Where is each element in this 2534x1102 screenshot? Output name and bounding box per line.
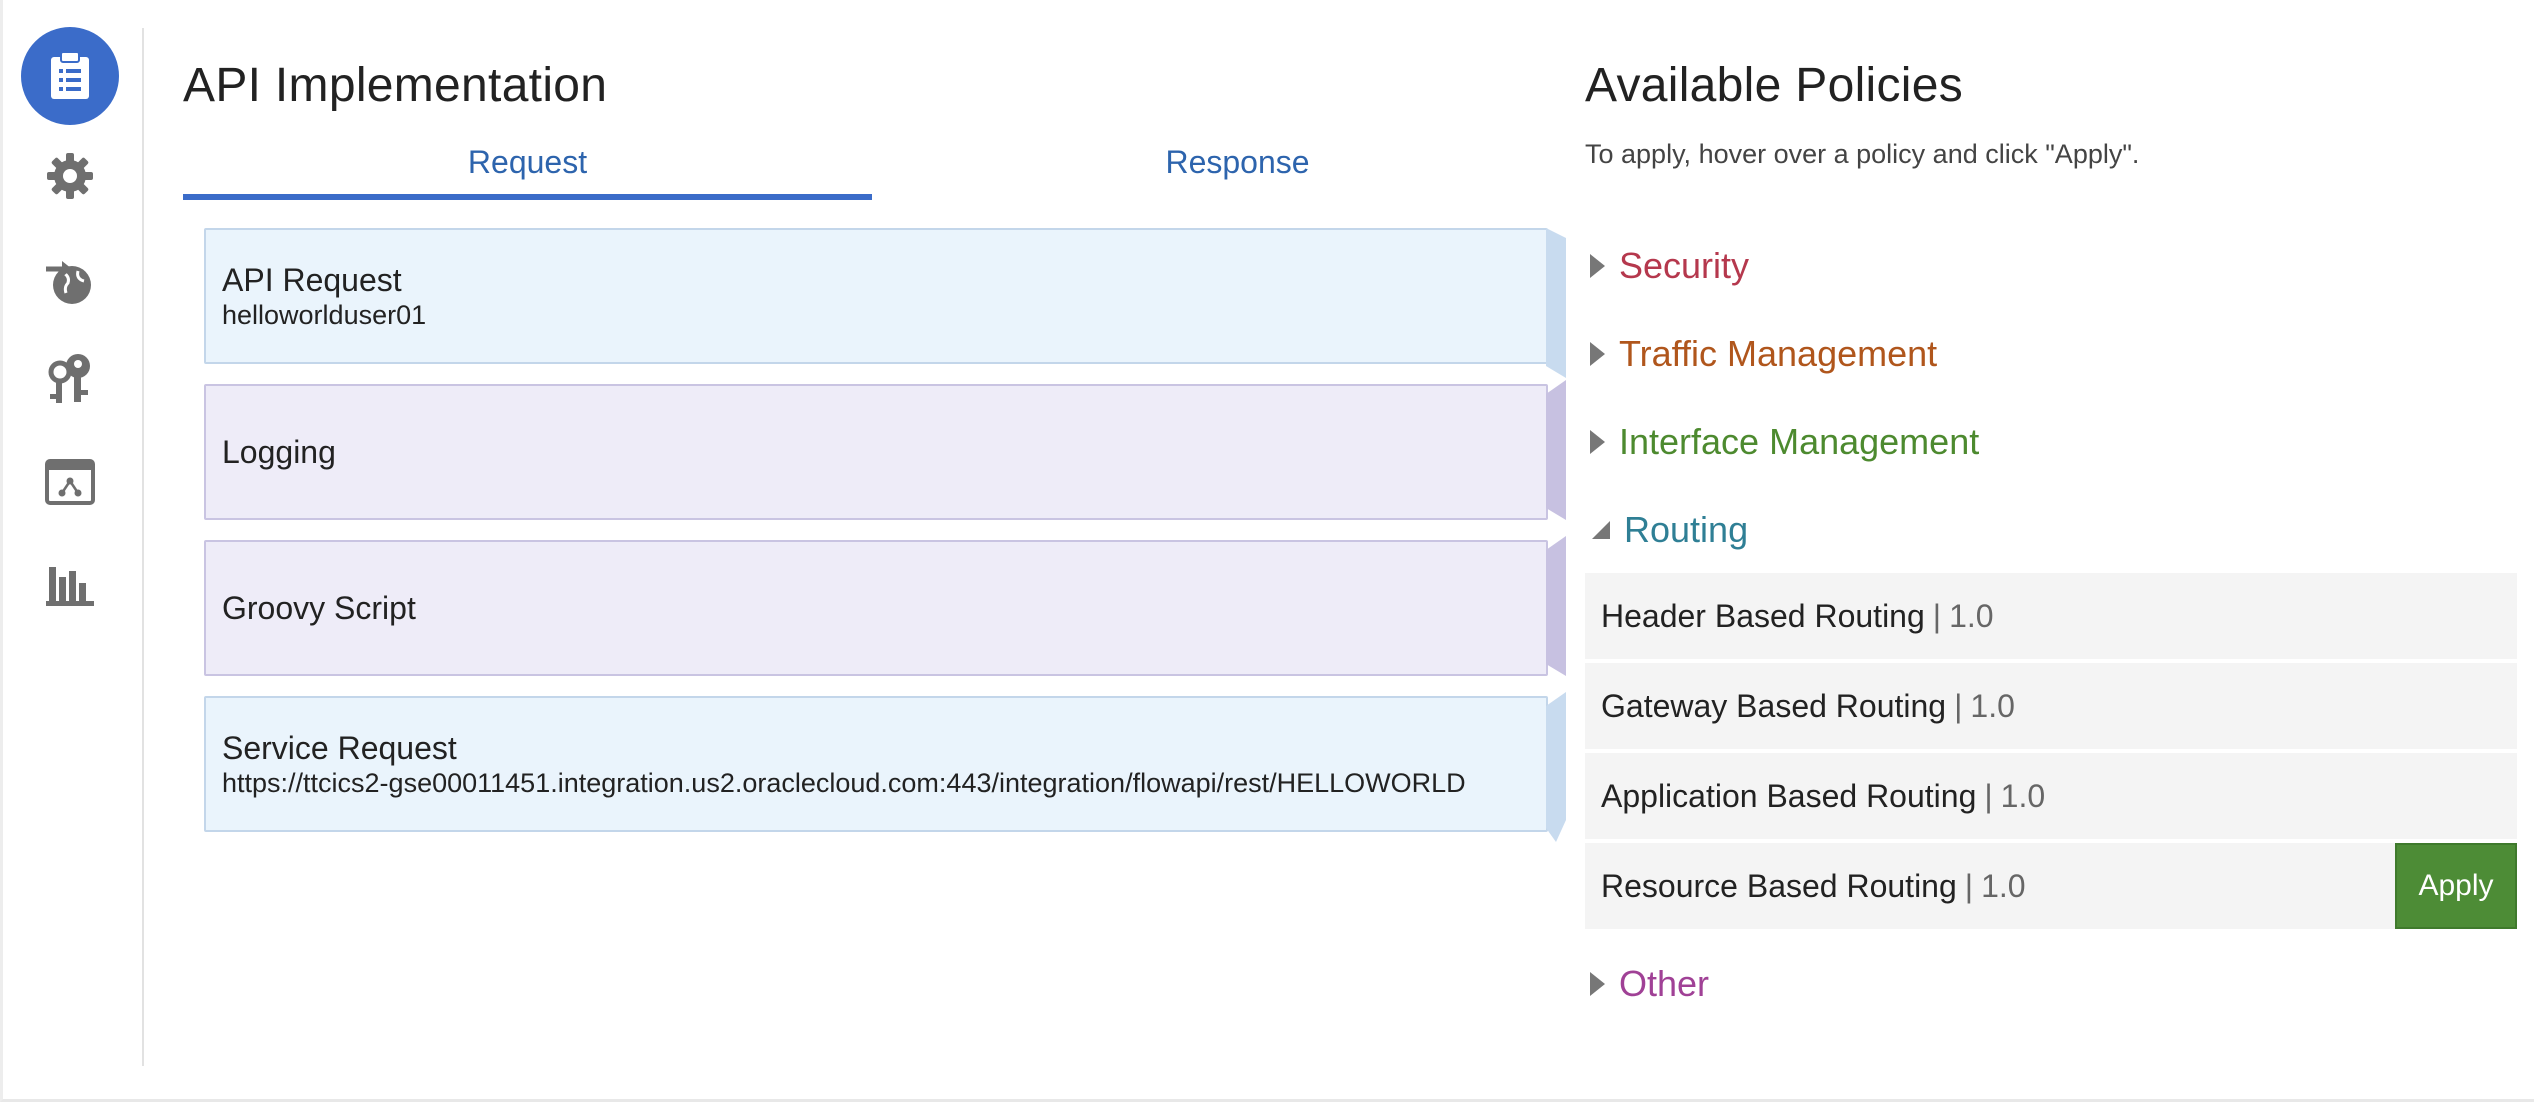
card-subtitle: https://ttcics2-gse00011451.integration.… bbox=[222, 768, 1466, 798]
logging-card[interactable]: Logging bbox=[204, 384, 1548, 520]
card-title: API Request bbox=[222, 262, 402, 298]
expand-arrow-icon bbox=[1590, 342, 1605, 366]
apply-button[interactable]: Apply bbox=[2395, 843, 2517, 929]
clipboard-list-icon bbox=[51, 51, 89, 99]
policy-name: Header Based Routing bbox=[1601, 597, 1925, 634]
category-security[interactable]: Security bbox=[1590, 238, 1749, 294]
rail-divider bbox=[142, 28, 144, 1066]
category-other[interactable]: Other bbox=[1590, 956, 1709, 1012]
api-request-card[interactable]: API Request helloworlduser01 bbox=[204, 228, 1548, 364]
policy-name: Application Based Routing bbox=[1601, 777, 1977, 814]
policy-name: Resource Based Routing bbox=[1601, 867, 1957, 904]
tab-response[interactable]: Response bbox=[886, 134, 1589, 200]
nav-grants-button[interactable] bbox=[21, 330, 119, 428]
policy-version: 1.0 bbox=[2000, 777, 2046, 814]
bar-chart-icon bbox=[46, 567, 94, 606]
expand-arrow-icon bbox=[1590, 254, 1605, 278]
globe-arrow-icon bbox=[46, 261, 91, 304]
policy-name: Gateway Based Routing bbox=[1601, 687, 1947, 724]
nav-deployments-button[interactable] bbox=[21, 232, 119, 330]
policy-application-based-routing[interactable]: Application Based Routing | 1.0 bbox=[1585, 753, 2517, 839]
category-routing[interactable]: Routing bbox=[1590, 502, 1748, 558]
flow-connector bbox=[1546, 536, 1566, 676]
expand-arrow-icon bbox=[1590, 430, 1605, 454]
card-title: Service Request bbox=[222, 730, 457, 766]
service-request-card[interactable]: Service Request https://ttcics2-gse00011… bbox=[204, 696, 1548, 832]
policy-gateway-based-routing[interactable]: Gateway Based Routing | 1.0 bbox=[1585, 663, 2517, 749]
nav-registration-button[interactable] bbox=[21, 433, 119, 531]
request-response-tabs: Request Response bbox=[183, 134, 1589, 200]
category-label: Other bbox=[1619, 963, 1710, 1004]
card-title: Groovy Script bbox=[222, 590, 416, 626]
policy-header-based-routing[interactable]: Header Based Routing | 1.0 bbox=[1585, 573, 2517, 659]
category-traffic-management[interactable]: Traffic Management bbox=[1590, 326, 1937, 382]
policies-title: Available Policies bbox=[1585, 59, 1964, 112]
policy-version: 1.0 bbox=[1981, 867, 2026, 904]
policy-separator: | bbox=[1964, 867, 1974, 904]
flow-connector bbox=[1546, 692, 1566, 842]
policy-separator: | bbox=[1932, 597, 1942, 634]
category-interface-management[interactable]: Interface Management bbox=[1590, 414, 1979, 470]
tab-request[interactable]: Request bbox=[183, 134, 872, 200]
gear-icon bbox=[47, 153, 93, 199]
nav-analytics-button[interactable] bbox=[21, 535, 119, 633]
card-title: Logging bbox=[222, 434, 336, 470]
app-network-icon bbox=[45, 459, 95, 505]
policy-version: 1.0 bbox=[1970, 687, 2015, 724]
collapse-arrow-icon bbox=[1592, 521, 1610, 539]
policy-resource-based-routing[interactable]: Resource Based Routing | 1.0 Apply bbox=[1585, 843, 2517, 929]
category-label: Security bbox=[1619, 245, 1750, 286]
category-label: Interface Management bbox=[1619, 421, 1980, 462]
flow-connector bbox=[1546, 228, 1566, 378]
policies-hint: To apply, hover over a policy and click … bbox=[1585, 139, 2140, 169]
nav-implementation-button[interactable] bbox=[21, 27, 119, 125]
category-label: Routing bbox=[1624, 509, 1749, 550]
expand-arrow-icon bbox=[1590, 972, 1605, 996]
implementation-title: API Implementation bbox=[183, 59, 608, 112]
policy-separator: | bbox=[1984, 777, 1993, 814]
category-label: Traffic Management bbox=[1619, 333, 1938, 374]
groovy-script-card[interactable]: Groovy Script bbox=[204, 540, 1548, 676]
side-nav bbox=[0, 0, 144, 1102]
card-subtitle: helloworlduser01 bbox=[222, 300, 427, 330]
flow-connector bbox=[1546, 380, 1566, 520]
keys-icon bbox=[48, 354, 90, 403]
policy-version: 1.0 bbox=[1949, 597, 1994, 634]
policy-separator: | bbox=[1954, 687, 1963, 724]
nav-settings-button[interactable] bbox=[21, 127, 119, 225]
